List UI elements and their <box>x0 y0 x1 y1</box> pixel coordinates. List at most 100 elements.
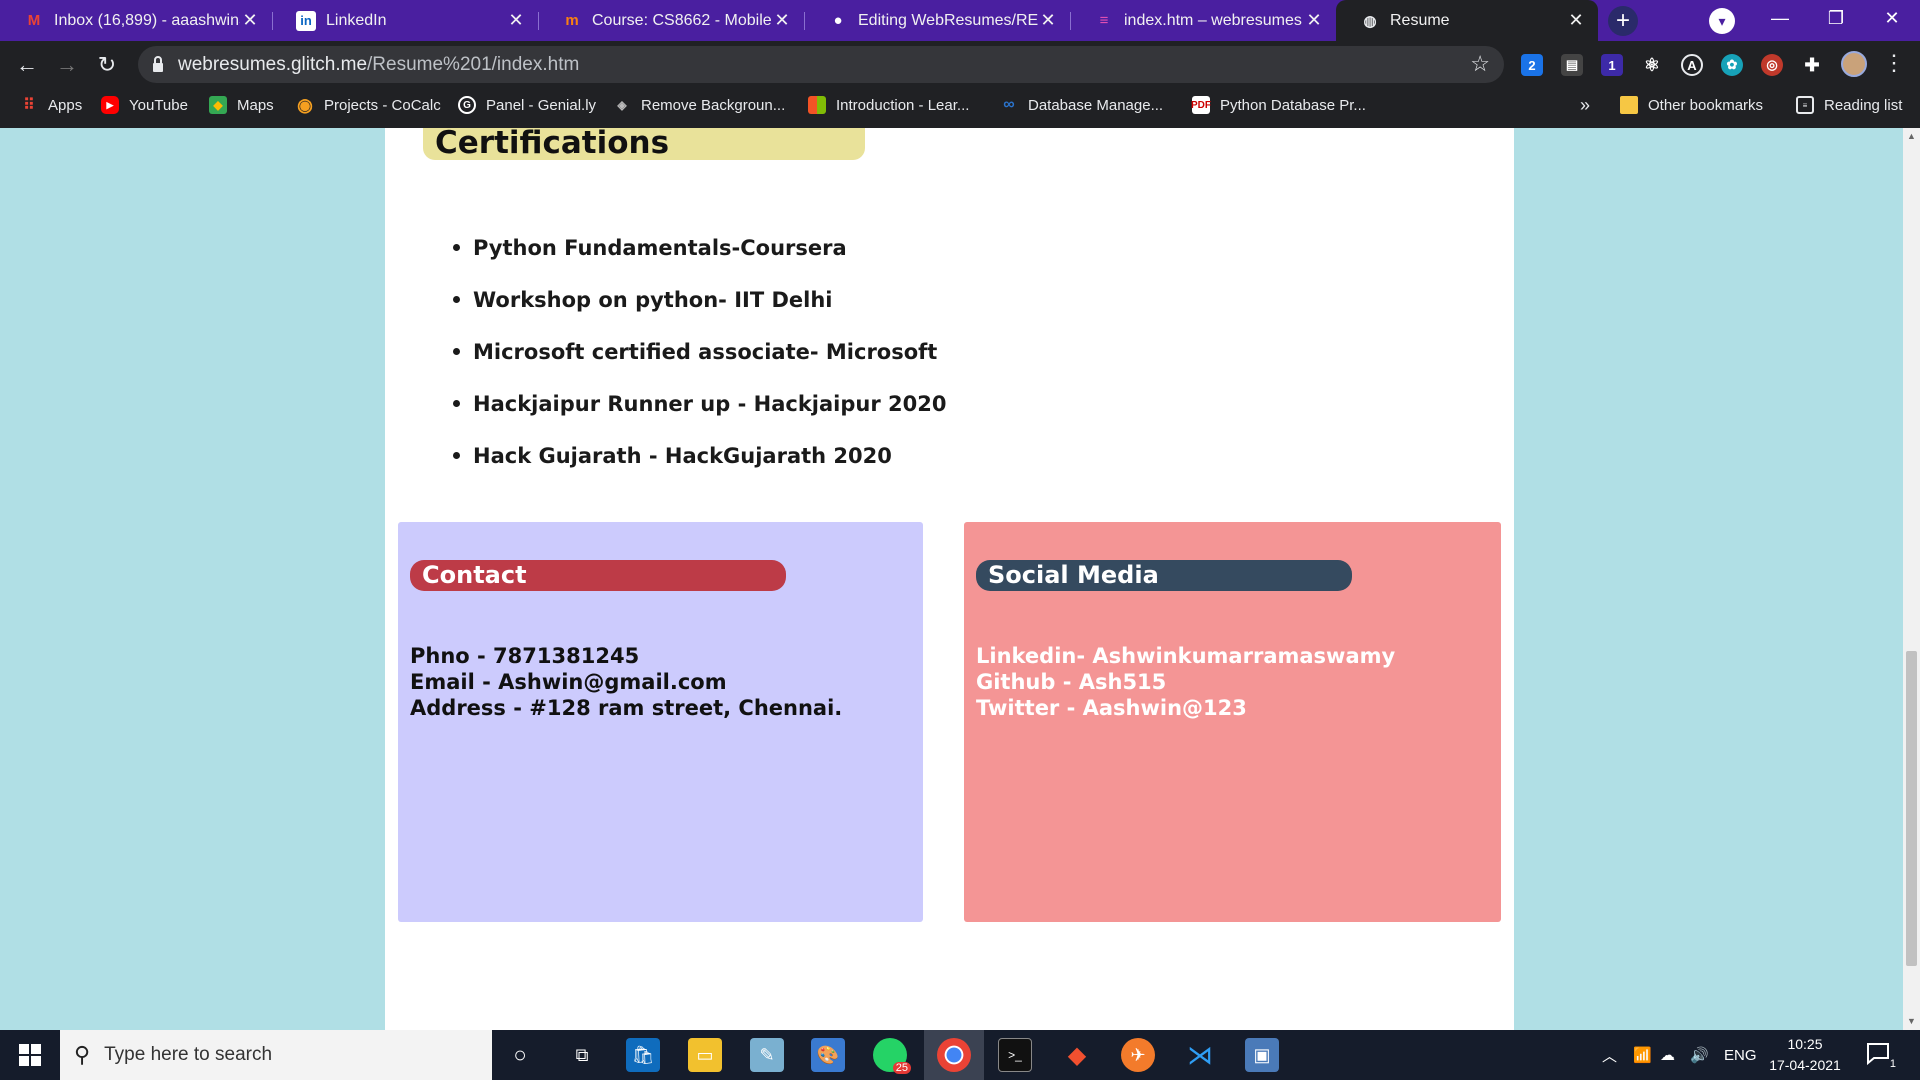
social-linkedin: Linkedin- Ashwinkumarramaswamy <box>976 644 1396 668</box>
close-icon[interactable]: ✕ <box>240 10 260 31</box>
restore-button[interactable]: ❐ <box>1808 0 1864 36</box>
bookmark-star-icon[interactable]: ☆ <box>1470 51 1490 77</box>
vscode-icon[interactable]: ⋊ <box>1183 1038 1217 1072</box>
remote-desktop-icon[interactable]: ▣ <box>1245 1038 1279 1072</box>
bookmark-database[interactable]: ∞ Database Manage... <box>1000 88 1163 122</box>
whatsapp-icon[interactable]: 25 <box>873 1038 911 1074</box>
reload-button[interactable]: ↻ <box>91 49 123 81</box>
terminal-icon[interactable]: >_ <box>998 1038 1032 1072</box>
contact-heading: Contact <box>410 560 786 591</box>
bookmarks-overflow-button[interactable]: » <box>1580 88 1590 122</box>
tab-glitch[interactable]: ≡ index.htm – webresumes ✕ <box>1070 0 1336 41</box>
genially-icon: G <box>458 96 476 114</box>
github-icon: ● <box>833 12 843 29</box>
address-bar[interactable]: webresumes.glitch.me/Resume%201/index.ht… <box>138 46 1504 83</box>
bookmark-cocalc[interactable]: ◉ Projects - CoCalc <box>296 88 441 122</box>
onedrive-icon[interactable]: ☁ <box>1660 1030 1675 1080</box>
profile-avatar[interactable] <box>1841 51 1867 77</box>
bookmark-apps[interactable]: ⠿ Apps <box>20 88 82 122</box>
browser-toolbar: ← → ↻ webresumes.glitch.me/Resume%201/in… <box>0 41 1920 88</box>
coursera-icon: ∞ <box>1003 96 1015 113</box>
tab-title: index.htm – webresumes <box>1124 11 1302 29</box>
extension-3-icon[interactable]: 1 <box>1601 54 1623 76</box>
bookmarks-bar: ⠿ Apps ▶ YouTube ◆ Maps ◉ Projects - CoC… <box>0 88 1920 128</box>
close-icon: ✕ <box>1884 7 1900 28</box>
contact-card: Contact Phno - 7871381245 Email - Ashwin… <box>398 522 923 922</box>
tab-title: Course: CS8662 - Mobile Ap <box>592 11 772 29</box>
microsoft-icon <box>808 96 826 114</box>
extension-4-icon[interactable]: ✿ <box>1721 54 1743 76</box>
scrollbar-thumb[interactable] <box>1906 651 1917 966</box>
extension-a-icon[interactable]: A <box>1681 54 1703 76</box>
start-button[interactable] <box>0 1030 60 1080</box>
certifications-list: Python Fundamentals-Coursera Workshop on… <box>452 234 946 494</box>
gmail-icon: M <box>27 12 41 29</box>
reading-list[interactable]: ≡ Reading list <box>1796 88 1902 122</box>
bookmark-python-db[interactable]: PDF Python Database Pr... <box>1191 88 1366 122</box>
git-icon[interactable]: ◆ <box>1060 1038 1094 1072</box>
page-scrollbar[interactable]: ▲ ▼ <box>1903 128 1920 1030</box>
removebg-icon: ◈ <box>617 98 627 112</box>
bookmark-label: Remove Backgroun... <box>641 96 786 114</box>
tab-course[interactable]: m Course: CS8662 - Mobile Ap ✕ <box>538 0 804 41</box>
extension-2-icon[interactable]: ▤ <box>1561 54 1583 76</box>
scroll-up-arrow-icon[interactable]: ▲ <box>1903 128 1920 145</box>
close-icon[interactable]: ✕ <box>772 10 792 31</box>
forward-button[interactable]: → <box>51 49 83 81</box>
new-tab-button[interactable]: + <box>1608 6 1638 36</box>
scroll-down-arrow-icon[interactable]: ▼ <box>1903 1013 1920 1030</box>
apps-grid-icon: ⠿ <box>23 97 35 114</box>
chevron-down-icon: ▾ <box>1718 12 1726 29</box>
microsoft-store-icon[interactable]: 🛍 <box>626 1038 660 1072</box>
extension-5-icon[interactable]: ◎ <box>1761 54 1783 76</box>
bookmark-label: Python Database Pr... <box>1220 96 1366 114</box>
close-icon[interactable]: ✕ <box>1038 10 1058 31</box>
minimize-button[interactable]: — <box>1752 0 1808 36</box>
wifi-icon[interactable]: 📶 <box>1633 1030 1652 1080</box>
url-text[interactable]: webresumes.glitch.me/Resume%201/index.ht… <box>178 54 579 76</box>
bookmark-genially[interactable]: G Panel - Genial.ly <box>458 88 596 122</box>
tab-resume[interactable]: ◍ Resume ✕ <box>1336 0 1598 41</box>
bookmark-microsoft-learn[interactable]: Introduction - Lear... <box>808 88 969 122</box>
lock-icon <box>153 56 163 72</box>
taskbar-clock[interactable]: 10:25 17-04-2021 <box>1760 1034 1850 1076</box>
close-icon[interactable]: ✕ <box>1304 10 1324 31</box>
postman-icon[interactable]: ✈ <box>1121 1038 1155 1072</box>
back-button[interactable]: ← <box>11 49 43 81</box>
other-bookmarks-label: Other bookmarks <box>1648 96 1764 114</box>
tab-github[interactable]: ● Editing WebResumes/READ ✕ <box>804 0 1070 41</box>
action-center-icon[interactable]: 1 <box>1866 1042 1896 1070</box>
tab-search-button[interactable]: ▾ <box>1709 8 1735 34</box>
linkedin-icon: in <box>296 10 316 31</box>
url-path: /Resume%201/index.htm <box>367 54 580 75</box>
extension-3-badge: 1 <box>1608 57 1616 73</box>
task-view-icon[interactable]: ⧉ <box>565 1038 599 1072</box>
page-viewport: Certifications Python Fundamentals-Cours… <box>0 128 1920 1030</box>
bookmark-label: Projects - CoCalc <box>324 96 441 114</box>
language-indicator[interactable]: ENG <box>1724 1030 1757 1080</box>
cortana-icon[interactable]: ○ <box>503 1038 537 1072</box>
tab-linkedin[interactable]: in LinkedIn ✕ <box>272 0 538 41</box>
extensions-puzzle-icon[interactable]: ✚ <box>1801 54 1823 76</box>
bookmark-youtube[interactable]: ▶ YouTube <box>101 88 188 122</box>
social-media-details: Linkedin- Ashwinkumarramaswamy Github - … <box>976 643 1395 721</box>
pdf-icon: PDF <box>1191 96 1211 114</box>
bookmark-maps[interactable]: ◆ Maps <box>209 88 274 122</box>
bookmark-removebg[interactable]: ◈ Remove Backgroun... <box>613 88 785 122</box>
file-explorer-icon[interactable]: ▭ <box>688 1038 722 1072</box>
chrome-icon[interactable] <box>937 1038 971 1072</box>
paint-icon[interactable]: 🎨 <box>811 1038 845 1072</box>
taskbar-search-box[interactable]: ⚲ Type here to search <box>60 1030 492 1080</box>
notepad-icon[interactable]: ✎ <box>750 1038 784 1072</box>
volume-icon[interactable]: 🔊 <box>1690 1030 1709 1080</box>
certifications-heading: Certifications <box>423 128 865 160</box>
react-devtools-icon[interactable]: ⚛ <box>1641 54 1663 76</box>
menu-kebab-icon[interactable]: ⋮ <box>1883 50 1905 76</box>
close-icon[interactable]: ✕ <box>1566 10 1586 31</box>
extension-1-icon[interactable]: 2 <box>1521 54 1543 76</box>
close-icon[interactable]: ✕ <box>506 10 526 31</box>
other-bookmarks[interactable]: Other bookmarks <box>1620 88 1763 122</box>
tab-gmail[interactable]: M Inbox (16,899) - aaashwin51 ✕ <box>0 0 272 41</box>
show-hidden-icons[interactable]: ︿ <box>1602 1030 1617 1080</box>
close-window-button[interactable]: ✕ <box>1864 0 1920 36</box>
